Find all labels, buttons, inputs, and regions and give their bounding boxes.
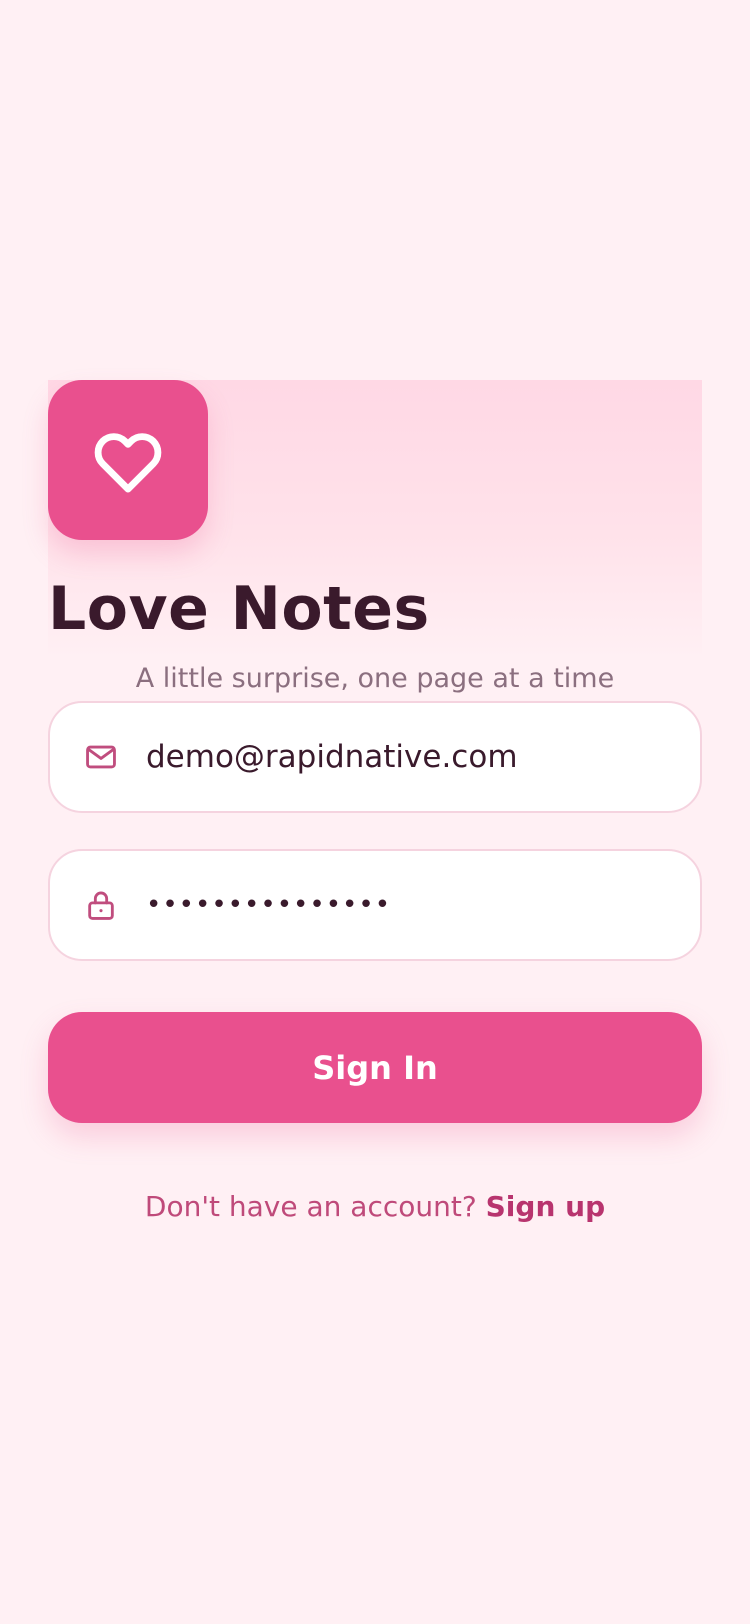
- sign-up-link[interactable]: Sign up: [486, 1190, 605, 1223]
- lock-icon: [84, 887, 118, 923]
- mail-icon: [84, 739, 118, 775]
- email-input[interactable]: [146, 703, 676, 811]
- app-tagline: A little surprise, one page at a time: [135, 663, 615, 694]
- signup-prompt-row: Don't have an account? Sign up: [48, 1187, 702, 1227]
- signup-prompt-text: Don't have an account?: [144, 1190, 477, 1223]
- password-input[interactable]: [146, 851, 676, 959]
- email-field[interactable]: [48, 701, 702, 813]
- app-title: Love Notes: [48, 574, 430, 644]
- sign-in-button[interactable]: Sign In: [48, 1012, 702, 1123]
- password-field[interactable]: [48, 849, 702, 961]
- app-logo: [48, 380, 208, 540]
- heart-icon: [94, 433, 162, 493]
